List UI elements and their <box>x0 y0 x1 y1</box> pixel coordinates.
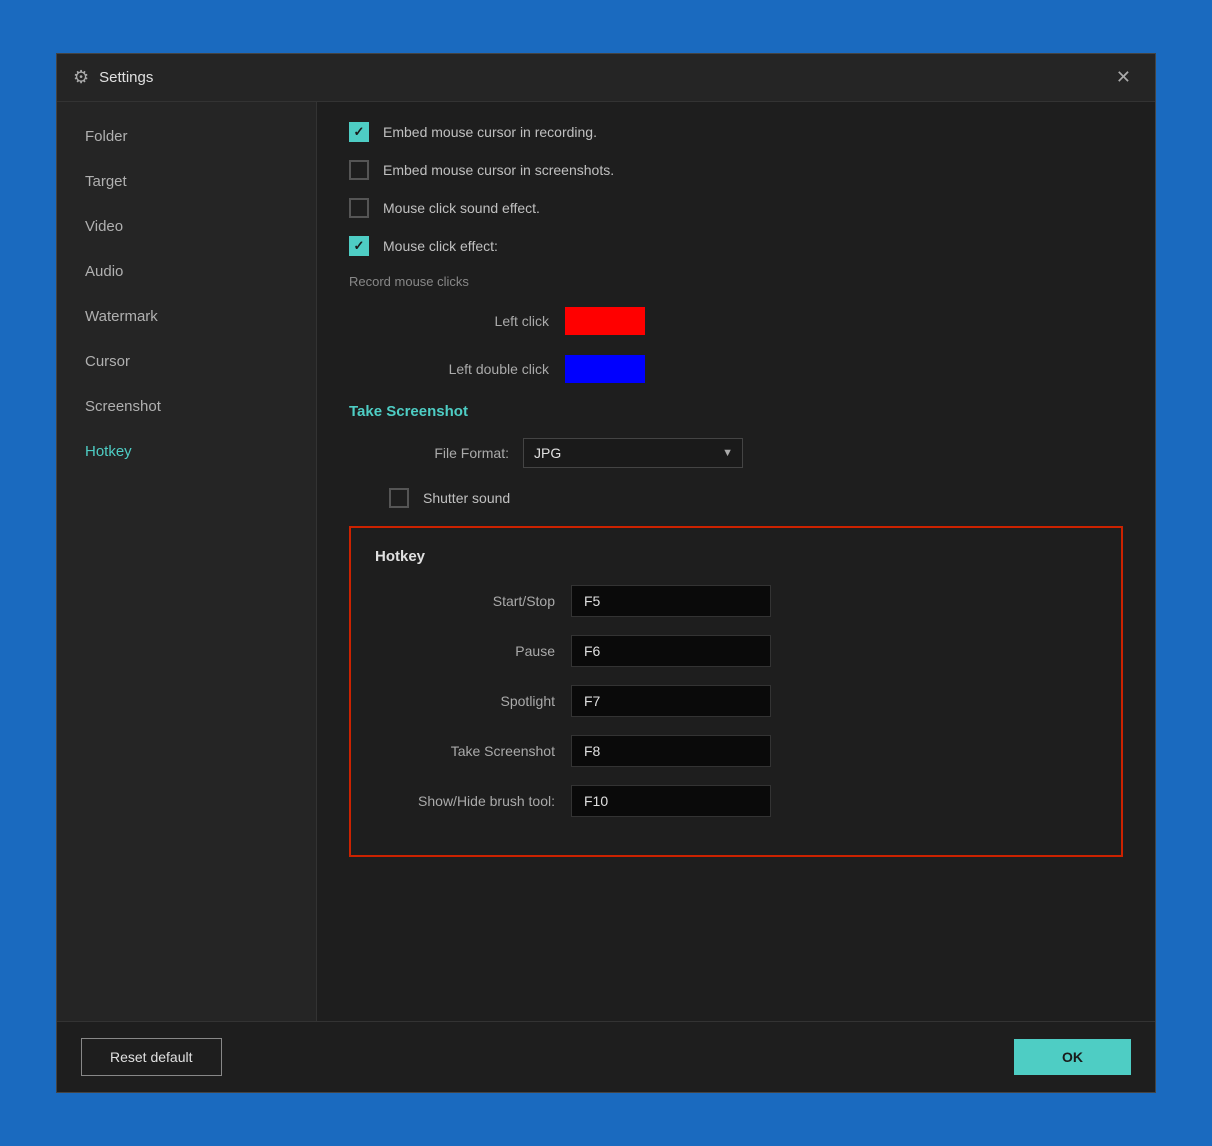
reset-default-button[interactable]: Reset default <box>81 1038 222 1076</box>
main-body: Folder Target Video Audio Watermark Curs… <box>57 102 1155 1021</box>
window-title: Settings <box>99 69 1108 86</box>
checkbox-embed-cursor-recording[interactable] <box>349 122 369 142</box>
hotkey-section-title: Hotkey <box>375 548 1097 565</box>
hotkey-row-take-screenshot: Take Screenshot <box>375 735 1097 767</box>
checkbox-click-effect[interactable] <box>349 236 369 256</box>
ok-button[interactable]: OK <box>1014 1039 1131 1075</box>
hotkey-row-spotlight: Spotlight <box>375 685 1097 717</box>
settings-window: ⚙ Settings ✕ Folder Target Video Audio W… <box>56 53 1156 1093</box>
left-double-click-color-swatch[interactable] <box>565 355 645 383</box>
content-area: Embed mouse cursor in recording. Embed m… <box>317 102 1155 1021</box>
left-double-click-label: Left double click <box>389 361 549 377</box>
sidebar-item-target[interactable]: Target <box>57 159 316 204</box>
hotkey-label-pause: Pause <box>375 643 555 659</box>
hotkey-row-pause: Pause <box>375 635 1097 667</box>
left-click-label: Left click <box>389 313 549 329</box>
sidebar-item-cursor[interactable]: Cursor <box>57 339 316 384</box>
hotkey-input-startstop[interactable] <box>571 585 771 617</box>
hotkey-label-startstop: Start/Stop <box>375 593 555 609</box>
hotkey-label-take-screenshot: Take Screenshot <box>375 743 555 759</box>
sidebar-item-watermark[interactable]: Watermark <box>57 294 316 339</box>
option-label-1: Embed mouse cursor in recording. <box>383 124 597 140</box>
hotkey-input-pause[interactable] <box>571 635 771 667</box>
left-click-row: Left click <box>389 307 1123 335</box>
footer: Reset default OK <box>57 1021 1155 1092</box>
left-double-click-row: Left double click <box>389 355 1123 383</box>
file-format-select-wrapper[interactable]: JPG PNG BMP <box>523 438 743 468</box>
option-row-4: Mouse click effect: <box>349 236 1123 256</box>
option-row-3: Mouse click sound effect. <box>349 198 1123 218</box>
checkbox-shutter-sound[interactable] <box>389 488 409 508</box>
sidebar-item-audio[interactable]: Audio <box>57 249 316 294</box>
hotkey-label-brush-tool: Show/Hide brush tool: <box>375 793 555 809</box>
option-label-2: Embed mouse cursor in screenshots. <box>383 162 614 178</box>
shutter-sound-row: Shutter sound <box>389 488 1123 508</box>
option-label-3: Mouse click sound effect. <box>383 200 540 216</box>
hotkey-section: Hotkey Start/Stop Pause Spotlight Take S… <box>349 526 1123 857</box>
hotkey-input-spotlight[interactable] <box>571 685 771 717</box>
left-click-color-swatch[interactable] <box>565 307 645 335</box>
take-screenshot-title: Take Screenshot <box>349 403 1123 420</box>
file-format-select[interactable]: JPG PNG BMP <box>523 438 743 468</box>
settings-icon: ⚙ <box>73 67 89 88</box>
close-button[interactable]: ✕ <box>1108 63 1139 92</box>
checkbox-click-sound[interactable] <box>349 198 369 218</box>
record-mouse-clicks-label: Record mouse clicks <box>349 274 1123 289</box>
option-row-2: Embed mouse cursor in screenshots. <box>349 160 1123 180</box>
sidebar-item-screenshot[interactable]: Screenshot <box>57 384 316 429</box>
file-format-row: File Format: JPG PNG BMP <box>389 438 1123 468</box>
hotkey-row-startstop: Start/Stop <box>375 585 1097 617</box>
titlebar: ⚙ Settings ✕ <box>57 54 1155 102</box>
sidebar: Folder Target Video Audio Watermark Curs… <box>57 102 317 1021</box>
checkbox-embed-cursor-screenshots[interactable] <box>349 160 369 180</box>
sidebar-item-video[interactable]: Video <box>57 204 316 249</box>
sidebar-item-hotkey[interactable]: Hotkey <box>57 429 316 474</box>
hotkey-label-spotlight: Spotlight <box>375 693 555 709</box>
hotkey-input-brush-tool[interactable] <box>571 785 771 817</box>
hotkey-input-take-screenshot[interactable] <box>571 735 771 767</box>
option-row-1: Embed mouse cursor in recording. <box>349 122 1123 142</box>
file-format-label: File Format: <box>389 445 509 461</box>
sidebar-item-folder[interactable]: Folder <box>57 114 316 159</box>
option-label-4: Mouse click effect: <box>383 238 498 254</box>
shutter-sound-label: Shutter sound <box>423 490 510 506</box>
hotkey-row-brush-tool: Show/Hide brush tool: <box>375 785 1097 817</box>
